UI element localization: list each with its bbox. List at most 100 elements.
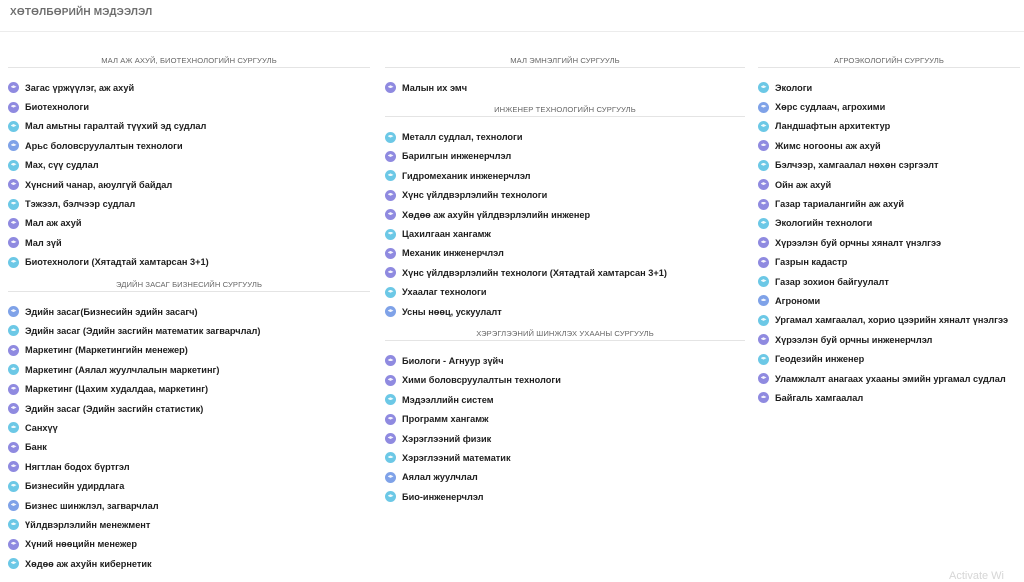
program-item[interactable]: Экологи	[758, 78, 1020, 97]
program-item[interactable]: Газар зохион байгуулалт	[758, 272, 1020, 291]
program-item[interactable]: Газар тариалангийн аж ахуй	[758, 194, 1020, 213]
program-item[interactable]: Эдийн засаг(Бизнесийн эдийн засагч)	[8, 302, 370, 321]
program-item[interactable]: Геодезийн инженер	[758, 349, 1020, 368]
program-label: Маркетинг (Цахим худалдаа, маркетинг)	[25, 384, 209, 395]
program-item[interactable]: Биологи - Агнуур зүйч	[385, 351, 745, 370]
graduation-cap-icon	[8, 403, 19, 415]
program-label: Геодезийн инженер	[775, 354, 865, 365]
program-item[interactable]: Мал аж ахуй	[8, 214, 370, 233]
program-item[interactable]: Программ хангамж	[385, 409, 745, 428]
graduation-cap-icon	[758, 198, 769, 210]
graduation-cap-icon	[385, 471, 396, 483]
graduation-cap-icon	[385, 209, 396, 221]
program-item[interactable]: Эдийн засаг (Эдийн засгийн математик заг…	[8, 321, 370, 340]
program-item[interactable]: Загас үржүүлэг, аж ахуй	[8, 78, 370, 97]
program-item[interactable]: Металл судлал, технологи	[385, 127, 745, 146]
program-item[interactable]: Байгаль хамгаалал	[758, 388, 1020, 407]
program-item[interactable]: Хэрэглээний физик	[385, 429, 745, 448]
graduation-cap-icon	[8, 101, 19, 113]
program-item[interactable]: Биотехнологи	[8, 97, 370, 116]
program-item[interactable]: Хэрэглээний математик	[385, 448, 745, 467]
program-item[interactable]: Агрономи	[758, 291, 1020, 310]
program-item[interactable]: Тэжээл, бэлчээр судлал	[8, 194, 370, 213]
program-item[interactable]: Мэдээллийн систем	[385, 390, 745, 409]
program-item[interactable]: Биотехнологи (Хятадтай хамтарсан 3+1)	[8, 253, 370, 272]
program-item[interactable]: Маркетинг (Цахим худалдаа, маркетинг)	[8, 379, 370, 398]
program-item[interactable]: Усны нөөц, ускуулалт	[385, 302, 745, 321]
program-item[interactable]: Мах, сүү судлал	[8, 156, 370, 175]
graduation-cap-icon	[385, 228, 396, 240]
graduation-cap-icon	[758, 120, 769, 132]
graduation-cap-icon	[8, 461, 19, 473]
program-item[interactable]: Аялал жуулчлал	[385, 468, 745, 487]
program-item[interactable]: Бизнес шинжлэл, загварчлал	[8, 496, 370, 515]
program-item[interactable]: Гидромеханик инженерчлэл	[385, 166, 745, 185]
program-label: Ухаалаг технологи	[402, 287, 487, 298]
program-item[interactable]: Уламжлалт анагаах ухааны эмийн ургамал с…	[758, 369, 1020, 388]
program-label: Мах, сүү судлал	[25, 160, 99, 171]
program-item[interactable]: Нягтлан бодох бүртгэл	[8, 457, 370, 476]
program-item[interactable]: Банк	[8, 438, 370, 457]
program-item[interactable]: Хүрээлэн буй орчны инженерчлэл	[758, 330, 1020, 349]
program-label: Бэлчээр, хамгаалал нөхөн сэргээлт	[775, 160, 939, 171]
program-item[interactable]: Хөрс судлаач, агрохими	[758, 97, 1020, 116]
program-item[interactable]: Ухаалаг технологи	[385, 283, 745, 302]
program-item[interactable]: Газрын кадастр	[758, 253, 1020, 272]
program-label: Эдийн засаг (Эдийн засгийн статистик)	[25, 403, 204, 414]
program-item[interactable]: Хүний нөөцийн менежер	[8, 535, 370, 554]
program-list: Эдийн засаг(Бизнесийн эдийн засагч) Эдийн…	[8, 302, 370, 573]
program-item[interactable]: Цахилгаан хангамж	[385, 224, 745, 243]
program-item[interactable]: Барилгын инженерчлэл	[385, 147, 745, 166]
program-label: Мэдээллийн систем	[402, 394, 494, 405]
program-item[interactable]: Хүнсний чанар, аюулгүй байдал	[8, 175, 370, 194]
graduation-cap-icon	[385, 267, 396, 279]
program-item[interactable]: Мал зүй	[8, 233, 370, 252]
program-item[interactable]: Маркетинг (Маркетингийн менежер)	[8, 341, 370, 360]
program-label: Био-инженерчлэл	[402, 491, 484, 502]
program-item[interactable]: Хүрээлэн буй орчны хяналт үнэлгээ	[758, 233, 1020, 252]
program-item[interactable]: Санхүү	[8, 418, 370, 437]
program-item[interactable]: Механик инженерчлэл	[385, 244, 745, 263]
program-item[interactable]: Ойн аж ахуй	[758, 175, 1020, 194]
program-item[interactable]: Бэлчээр, хамгаалал нөхөн сэргээлт	[758, 156, 1020, 175]
program-label: Аялал жуулчлал	[402, 472, 478, 483]
program-item[interactable]: Үйлдвэрлэлийн менежмент	[8, 515, 370, 534]
program-item[interactable]: Мал амьтны гаралтай түүхий эд судлал	[8, 117, 370, 136]
program-label: Эдийн засаг(Бизнесийн эдийн засагч)	[25, 306, 198, 317]
column-2: МАЛ ЭМНЭЛГИЙН СУРГУУЛЬ Малын их эмч ИНЖЕНЕ…	[385, 54, 745, 506]
program-item[interactable]: Бизнесийн удирдлага	[8, 476, 370, 495]
program-item[interactable]: Арьс боловсруулалтын технологи	[8, 136, 370, 155]
program-label: Ландшафтын архитектур	[775, 121, 891, 132]
program-label: Гидромеханик инженерчлэл	[402, 170, 531, 181]
program-item[interactable]: Хүнс үйлдвэрлэлийн технологи (Хятадтай х…	[385, 263, 745, 282]
graduation-cap-icon	[8, 364, 19, 376]
program-label: Уламжлалт анагаах ухааны эмийн ургамал с…	[775, 373, 1006, 384]
program-label: Мал зүй	[25, 237, 62, 248]
program-item[interactable]: Экологийн технологи	[758, 214, 1020, 233]
program-label: Программ хангамж	[402, 414, 489, 425]
program-item[interactable]: Био-инженерчлэл	[385, 487, 745, 506]
graduation-cap-icon	[758, 140, 769, 152]
program-item[interactable]: Эдийн засаг (Эдийн засгийн статистик)	[8, 399, 370, 418]
program-item[interactable]: Хими боловсруулалтын технологи	[385, 371, 745, 390]
program-label: Ургамал хамгаалал, хорио цээрийн хяналт …	[775, 315, 1009, 326]
program-item[interactable]: Маркетинг (Аялал жуулчлалын маркетинг)	[8, 360, 370, 379]
program-item[interactable]: Малын их эмч	[385, 78, 745, 97]
program-item[interactable]: Хүнс үйлдвэрлэлийн технологи	[385, 186, 745, 205]
program-item[interactable]: Хөдөө аж ахуйн кибернетик	[8, 554, 370, 573]
graduation-cap-icon	[758, 217, 769, 229]
program-item[interactable]: Ландшафтын архитектур	[758, 117, 1020, 136]
section-heading: ИНЖЕНЕР ТЕХНОЛОГИЙН СУРГУУЛЬ	[385, 103, 745, 118]
program-list: Металл судлал, технологи Барилгын инженер…	[385, 127, 745, 321]
graduation-cap-icon	[8, 217, 19, 229]
section-heading: МАЛ ЭМНЭЛГИЙН СУРГУУЛЬ	[385, 54, 745, 68]
section-heading: АГРОЭКОЛОГИЙН СУРГУУЛЬ	[758, 54, 1020, 68]
title-divider	[0, 31, 1024, 32]
graduation-cap-icon	[385, 189, 396, 201]
program-item[interactable]: Ургамал хамгаалал, хорио цээрийн хяналт …	[758, 311, 1020, 330]
program-item[interactable]: Жимс ногооны аж ахуй	[758, 136, 1020, 155]
program-label: Экологийн технологи	[775, 218, 873, 229]
graduation-cap-icon	[758, 334, 769, 346]
graduation-cap-icon	[8, 159, 19, 171]
program-item[interactable]: Хөдөө аж ахуйн үйлдвэрлэлийн инженер	[385, 205, 745, 224]
